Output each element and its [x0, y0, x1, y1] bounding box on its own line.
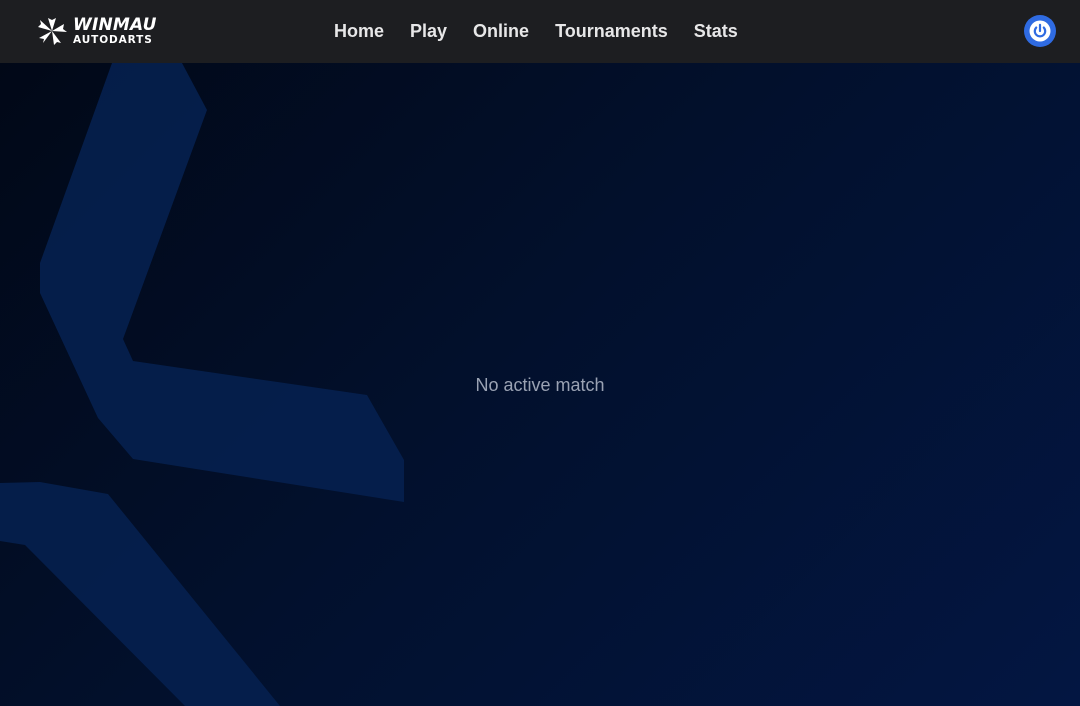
- logo-text: WINMAU AUTODARTS: [73, 14, 157, 46]
- match-area: No active match: [0, 63, 1080, 706]
- brand-name: WINMAU: [73, 14, 157, 35]
- brand-subtitle: AUTODARTS: [73, 33, 153, 46]
- no-active-match-message: No active match: [475, 375, 605, 395]
- main-nav: Home Play Online Tournaments Stats: [334, 0, 764, 63]
- logo-star-icon: [38, 18, 67, 45]
- nav-tournaments[interactable]: Tournaments: [555, 21, 668, 42]
- nav-online[interactable]: Online: [473, 21, 529, 42]
- nav-home[interactable]: Home: [334, 21, 384, 42]
- nav-stats[interactable]: Stats: [694, 21, 738, 42]
- top-navigation-bar: WINMAU AUTODARTS Home Play Online Tourna…: [0, 0, 1080, 63]
- nav-play[interactable]: Play: [410, 21, 447, 42]
- power-button[interactable]: [1024, 15, 1056, 47]
- winmau-autodarts-logo[interactable]: WINMAU AUTODARTS: [36, 14, 160, 48]
- power-icon: [1029, 20, 1051, 42]
